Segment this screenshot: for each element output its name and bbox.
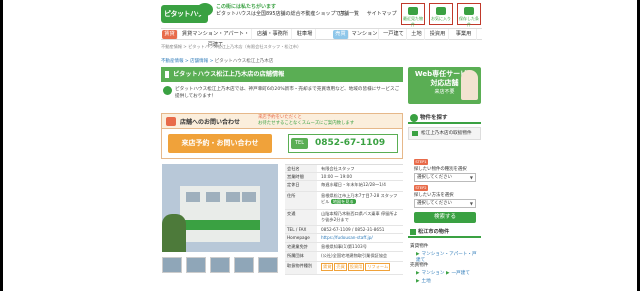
arrow-icon: ▶ [416,252,420,257]
logo-bubble-icon [197,3,213,16]
rent-category: 賃貸物件 [410,244,429,249]
map-button[interactable]: 地図を見る [330,198,356,204]
breadcrumb: 不動産情報 > 店舗情報 > ピタットハウス松江上乃木店 [161,59,274,64]
search-button[interactable]: 検索する [414,212,476,223]
building [180,186,260,242]
contact-note-2: お待たせすることなくスムーズにご案内致します [258,121,355,126]
contact-header: 店舗へのお問い合わせ 来店予約をいただくと お待たせすることなくスムーズにご案内… [162,114,402,129]
step1-tag: STEP1 [414,159,428,165]
thumbnail[interactable] [234,257,254,273]
page: ピタットハウス この街には私たちがいます ピタットハウスは全国895店舗の総合不… [3,0,637,291]
banner-line3: 来店不要 [434,89,455,95]
recently-viewed-label: 最近見た物件 [403,16,423,27]
breadcrumb-home[interactable]: 不動産情報 [161,59,184,64]
saved-conditions-label: 保存した条件 [459,16,479,27]
arrow-icon: ▶ [416,279,420,284]
house-icon [408,7,418,15]
nav-investment[interactable]: 投資用 [427,29,449,40]
type-tag: リフォーム [365,263,391,271]
nav-mansion[interactable]: マンション [351,29,379,40]
info-row-association: 所属団体 (公社)全国宅地建物取引業保証協会 [285,252,403,262]
thumbnail[interactable] [258,257,278,273]
breadcrumb-current: ピタットハウス松江上乃木店 [214,59,274,64]
arrow-icon: ▶ [446,271,450,276]
arrow-icon: ▶ [416,271,420,276]
shop-properties-label: 松江上乃木店の取扱物件 [408,127,481,140]
search-method-select[interactable]: 選択してください [414,199,476,208]
info-row-license: 宅建業免許 島根県知事(1)第1103号 [285,243,403,252]
global-nav: 賃貸 賃貸マンション・アパート・戸建て 店舗・事務所 駐車場 売買 マンション … [161,28,482,48]
favorites-button[interactable]: お気に入り [429,3,453,25]
recently-viewed-button[interactable]: 最近見た物件 [401,3,425,27]
nav-parking[interactable]: 駐車場 [294,29,316,40]
favorites-label: お気に入り [431,16,451,21]
nav-business[interactable]: 事業用 [451,29,477,40]
info-row-address: 住所 島根県松江市上乃木7丁目7-28 スタッフビル 地図を見る [285,192,403,210]
sale-link-land-row: ▶ 土地 [416,278,431,284]
thumbnail[interactable] [186,257,206,273]
tel-box: TEL 0852-67-1109 [288,134,398,153]
web-service-banner[interactable]: Web専任サービス 対応店舗 来店不要 [408,67,481,104]
info-row-holiday: 定休日 毎週水曜日・年末年始12/28〜1/4 [285,181,403,192]
homepage-link[interactable]: https://fudousan-staff.jp/ [319,234,403,242]
staff-icon [163,86,172,95]
bookmark-icon [464,7,474,15]
page-title: ピタットハウス松江上乃木店の店舗情報 [161,67,403,82]
info-row-tel-fax: TEL / FAX 0852-67-1109 / 0852-31-8651 [285,226,403,234]
step1-label: 探したい物件の種別を選択 [414,167,467,172]
info-row-homepage: Homepage https://fudousan-staff.jp/ [285,234,403,243]
type-tag: 賃貸 [321,263,334,271]
sale-link-house[interactable]: 一戸建て [452,271,470,276]
breadcrumb-stores[interactable]: 店舗情報 [190,59,208,64]
thumbnail[interactable] [210,257,230,273]
sale-link-land[interactable]: 土地 [422,279,431,284]
contact-title: 店舗へのお問い合わせ [180,119,241,126]
staff-photo [461,70,478,100]
top-links: 店舗一覧 サイトマップ [339,10,403,17]
nav-land[interactable]: 土地 [409,29,425,40]
breadcrumb-top: 不動産情報 > ピタットハウス松江上乃木店（有限会社スタッフ・松江市） [161,44,302,49]
intro-text: ピタットハウス松江上乃木店では、神戸幸町6の20%新市・売却まで売買専用など、地… [175,87,400,99]
nav-rent-residential[interactable]: 賃貸マンション・アパート・戸建て [180,29,252,48]
matsue-section-title: 松江市の物件 [408,228,481,238]
info-row-access: 交通 山陰本線乃木駅西口県バス乗車 停留所より徒歩2分まで [285,210,403,226]
tel-tag: TEL [291,138,308,149]
sale-link-mansion[interactable]: マンション [422,271,445,276]
sale-category: 売買物件 [410,263,429,268]
step2-tag: STEP2 [414,185,428,191]
nav-sale[interactable]: 売買 [333,30,349,39]
photo-thumbnails [162,257,278,273]
mail-icon [166,117,176,126]
type-tag: 投資用 [347,263,365,271]
info-row-company: 会社名 有限会社スタッフ [285,165,403,173]
contact-box: 店舗へのお問い合わせ 来店予約をいただくと お待たせすることなくスムーズにご案内… [161,113,403,159]
property-type-select[interactable]: 選択してください [414,173,476,182]
store-list-link[interactable]: 店舗一覧 [339,11,359,17]
sale-links: ▶ マンション ▶ 一戸建て [416,270,470,276]
saved-conditions-button[interactable]: 保存した条件 [457,3,481,27]
info-row-hours: 営業時間 10:00 〜 19:00 [285,173,403,181]
step2-label: 探したい方法を選択 [414,193,454,198]
tree [162,214,186,252]
sidebar-title: 物件を探す [408,113,481,124]
store-photo [162,164,278,252]
thumbnail[interactable] [162,257,182,273]
sitemap-link[interactable]: サイトマップ [367,11,397,17]
heart-icon [436,7,446,15]
tel-number[interactable]: 0852-67-1109 [315,137,385,150]
reserve-button[interactable]: 来店予約・お問い合わせ [168,134,272,153]
nav-rent-office[interactable]: 店舗・事務所 [254,29,292,40]
header: ピタットハウス この街には私たちがいます ピタットハウスは全国895店舗の総合不… [3,0,637,36]
type-tag: 売買 [334,263,347,271]
nav-house[interactable]: 一戸建て [381,29,407,40]
store-info-table: 会社名 有限会社スタッフ 営業時間 10:00 〜 19:00 定休日 毎週水曜日・年… [285,164,403,291]
nav-rent[interactable]: 賃貸 [162,30,178,39]
info-row-property-types: 取扱物件種別 賃貸 売買 投資用 リフォーム [285,262,403,275]
contact-note: 来店予約をいただくと お待たせすることなくスムーズにご案内致します [258,115,354,127]
sidebar: 物件を探す 松江上乃木店の取扱物件 STEP1 探したい物件の種別を選択 選択し… [408,113,481,291]
